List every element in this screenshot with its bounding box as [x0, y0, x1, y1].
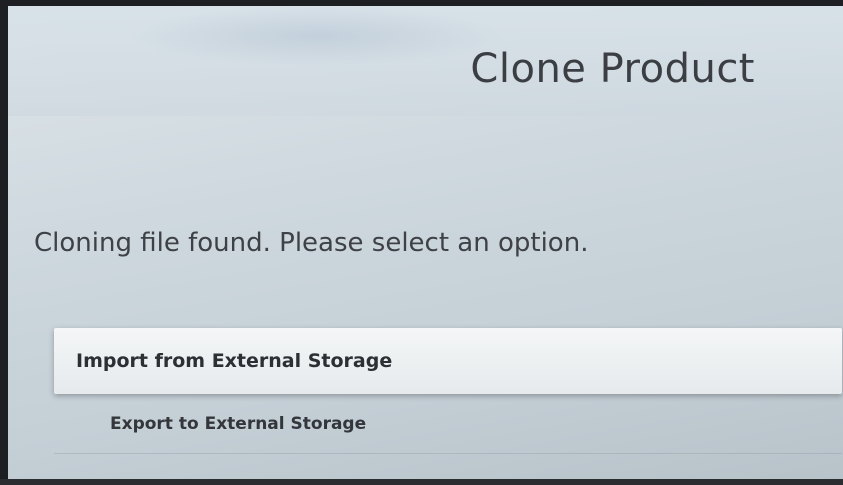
- import-option[interactable]: Import from External Storage: [54, 328, 842, 394]
- status-message: Cloning file found. Please select an opt…: [34, 228, 589, 258]
- tv-bezel-bottom: [0, 479, 843, 485]
- tv-screen: Clone Product Cloning file found. Please…: [8, 6, 843, 485]
- tv-frame: Clone Product Cloning file found. Please…: [0, 0, 843, 485]
- page-title: Clone Product: [470, 46, 755, 92]
- export-option[interactable]: Export to External Storage: [54, 394, 842, 454]
- import-option-label: Import from External Storage: [76, 350, 393, 372]
- export-option-label: Export to External Storage: [110, 413, 367, 434]
- option-list: Import from External Storage Export to E…: [54, 328, 842, 454]
- screen-reflection: [128, 6, 508, 66]
